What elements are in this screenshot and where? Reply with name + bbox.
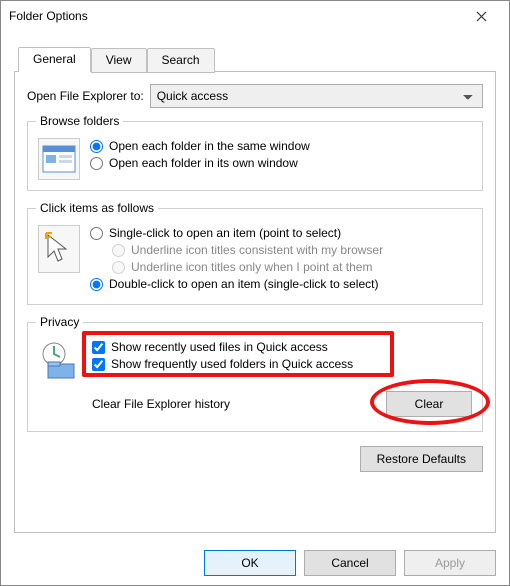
- show-recent-files-check[interactable]: Show recently used files in Quick access: [92, 340, 472, 354]
- window-title: Folder Options: [9, 9, 461, 23]
- double-click-label: Double-click to open an item (single-cli…: [109, 277, 378, 291]
- browse-folders-icon: [38, 138, 80, 180]
- underline-consistent-label: Underline icon titles consistent with my…: [131, 243, 383, 257]
- single-click-input[interactable]: [90, 227, 103, 240]
- cursor-icon: [44, 231, 74, 267]
- browse-own-window-input[interactable]: [90, 157, 103, 170]
- folder-options-dialog: Folder Options General View Search Open …: [0, 0, 510, 586]
- click-items-legend: Click items as follows: [36, 201, 158, 215]
- clear-history-row: Clear File Explorer history Clear: [92, 391, 472, 417]
- restore-defaults-row: Restore Defaults: [27, 446, 483, 472]
- tab-panel-general: Open File Explorer to: Quick access Brow…: [14, 71, 496, 533]
- single-click-label: Single-click to open an item (point to s…: [109, 226, 341, 240]
- dialog-buttons: OK Cancel Apply: [1, 541, 509, 585]
- close-icon: [476, 11, 487, 22]
- underline-point-label: Underline icon titles only when I point …: [131, 260, 372, 274]
- tab-general[interactable]: General: [18, 47, 91, 72]
- double-click-radio[interactable]: Double-click to open an item (single-cli…: [90, 277, 472, 291]
- browse-own-window-radio[interactable]: Open each folder in its own window: [90, 156, 472, 170]
- open-explorer-label: Open File Explorer to:: [27, 89, 144, 103]
- browse-folders-legend: Browse folders: [36, 114, 123, 128]
- underline-consistent-input: [112, 244, 125, 257]
- show-recent-files-label: Show recently used files in Quick access: [111, 340, 328, 354]
- open-explorer-row: Open File Explorer to: Quick access: [27, 84, 483, 108]
- tab-view[interactable]: View: [91, 48, 147, 73]
- window-icon: [42, 145, 76, 173]
- apply-button[interactable]: Apply: [404, 550, 496, 576]
- privacy-icon: [38, 339, 82, 383]
- show-frequent-folders-input[interactable]: [92, 358, 105, 371]
- ok-button[interactable]: OK: [204, 550, 296, 576]
- browse-same-window-label: Open each folder in the same window: [109, 139, 310, 153]
- browse-same-window-radio[interactable]: Open each folder in the same window: [90, 139, 472, 153]
- show-frequent-folders-check[interactable]: Show frequently used folders in Quick ac…: [92, 357, 472, 371]
- click-items-icon: [38, 225, 80, 273]
- tab-search[interactable]: Search: [147, 48, 215, 73]
- browse-own-window-label: Open each folder in its own window: [109, 156, 298, 170]
- tab-strip: General View Search: [18, 47, 215, 72]
- clear-button[interactable]: Clear: [386, 391, 472, 417]
- double-click-input[interactable]: [90, 278, 103, 291]
- click-items-group: Click items as follows Single-click to o…: [27, 201, 483, 305]
- privacy-group: Privacy Show recently used fil: [27, 315, 483, 432]
- titlebar: Folder Options: [1, 1, 509, 31]
- privacy-legend: Privacy: [36, 315, 83, 329]
- open-explorer-combo[interactable]: Quick access: [150, 84, 483, 108]
- cancel-button[interactable]: Cancel: [304, 550, 396, 576]
- underline-point-input: [112, 261, 125, 274]
- browse-same-window-input[interactable]: [90, 140, 103, 153]
- browse-folders-group: Browse folders: [27, 114, 483, 191]
- content-area: General View Search Open File Explorer t…: [1, 31, 509, 541]
- underline-consistent-radio: Underline icon titles consistent with my…: [112, 243, 472, 257]
- single-click-radio[interactable]: Single-click to open an item (point to s…: [90, 226, 472, 240]
- restore-defaults-button[interactable]: Restore Defaults: [360, 446, 483, 472]
- close-button[interactable]: [461, 2, 501, 30]
- show-recent-files-input[interactable]: [92, 341, 105, 354]
- clock-folder-icon: [38, 340, 82, 382]
- clear-history-label: Clear File Explorer history: [92, 397, 386, 411]
- show-frequent-folders-label: Show frequently used folders in Quick ac…: [111, 357, 353, 371]
- underline-point-radio: Underline icon titles only when I point …: [112, 260, 472, 274]
